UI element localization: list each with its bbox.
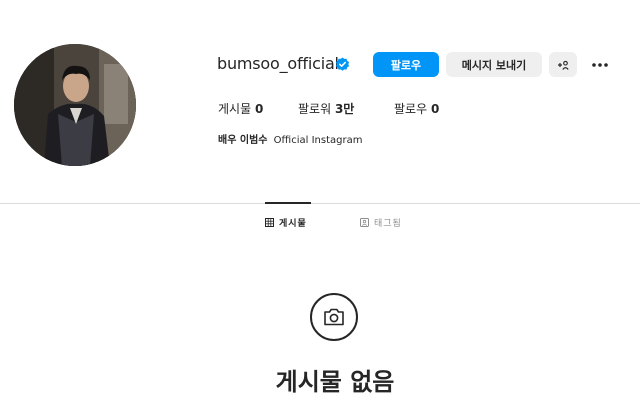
following-value: 0 (430, 102, 440, 116)
profile-avatar[interactable] (14, 44, 136, 166)
posts-value: 0 (254, 102, 264, 116)
profile-username: bumsoo_official (217, 54, 339, 73)
suggested-accounts-button[interactable] (549, 52, 577, 77)
send-message-button[interactable]: 메시지 보내기 (446, 52, 542, 77)
active-tab-indicator (265, 202, 311, 204)
tab-tagged[interactable]: 태그됨 (360, 216, 402, 229)
camera-icon (324, 308, 344, 326)
tabs-divider (0, 203, 640, 204)
bio-full-name: 배우 이범수 (218, 135, 268, 146)
empty-state-title: 게시물 없음 (275, 368, 395, 396)
more-dots-icon (592, 62, 608, 67)
follow-button[interactable]: 팔로우 (373, 52, 439, 77)
tab-posts-label: 게시물 (279, 219, 307, 229)
bio-text: Official Instagram (273, 135, 363, 146)
posts-label: 게시물 (218, 102, 252, 116)
verified-badge-icon (335, 57, 350, 71)
following-count[interactable]: 팔로우 0 (394, 100, 439, 117)
profile-bio: 배우 이범수 Official Instagram (218, 131, 362, 146)
empty-state-camera (310, 293, 358, 341)
tag-icon (360, 218, 369, 227)
followers-value: 3만 (334, 102, 355, 116)
profile-photo (14, 44, 136, 166)
tab-posts[interactable]: 게시물 (265, 216, 307, 229)
following-label: 팔로우 (394, 102, 428, 116)
add-person-icon (558, 60, 569, 70)
posts-count: 게시물 0 (218, 100, 263, 117)
followers-count[interactable]: 팔로워 3만 (298, 100, 354, 117)
grid-icon (265, 218, 274, 227)
followers-label: 팔로워 (298, 102, 332, 116)
tab-tagged-label: 태그됨 (374, 219, 402, 229)
more-options-button[interactable] (586, 52, 614, 77)
